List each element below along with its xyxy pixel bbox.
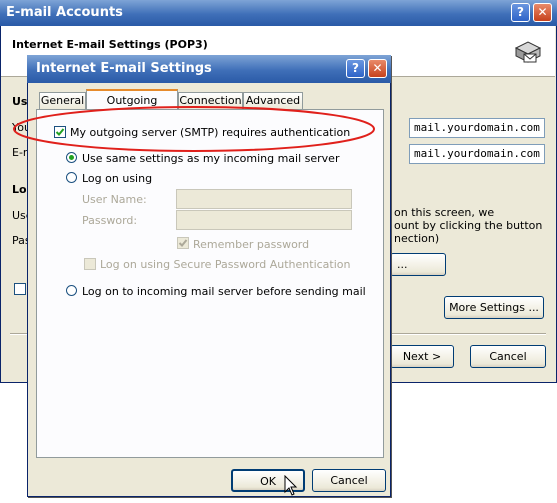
close-icon[interactable]: ✕ (533, 3, 552, 22)
log-on-using-label: Log on using (82, 172, 153, 185)
password-field[interactable] (176, 210, 352, 230)
dialog-close-icon[interactable]: ✕ (368, 59, 387, 78)
incoming-server-field[interactable]: mail.yourdomain.com (409, 118, 545, 138)
bg-cancel-button[interactable]: Cancel (470, 345, 546, 368)
test-account-button[interactable]: ... (390, 253, 446, 276)
log-on-incoming-label: Log on to incoming mail server before se… (82, 285, 366, 298)
user-name-label: User Name: (82, 193, 147, 206)
bg-heading: Internet E-mail Settings (POP3) (12, 38, 208, 51)
mouse-cursor-icon (284, 475, 298, 496)
remember-password-label: Remember password (193, 238, 310, 251)
bg-side-text-3: nection) (394, 232, 440, 245)
user-name-field[interactable] (176, 189, 352, 209)
use-same-settings-label: Use same settings as my incoming mail se… (82, 152, 340, 165)
spa-checkbox[interactable] (84, 258, 96, 270)
bg-side-text-1: on this screen, we (394, 206, 495, 219)
password-label: Password: (82, 214, 138, 227)
dialog-title: Internet E-mail Settings (36, 61, 212, 76)
log-on-using-radio[interactable] (66, 172, 77, 183)
outgoing-server-field[interactable]: mail.yourdomain.com (409, 144, 545, 164)
spa-label: Log on using Secure Password Authenticat… (100, 258, 351, 271)
dialog-help-icon[interactable]: ? (346, 59, 365, 78)
more-settings-button[interactable]: More Settings ... (444, 296, 544, 319)
log-on-incoming-radio[interactable] (66, 285, 77, 296)
mail-server-icon (512, 38, 544, 66)
highlight-ellipse (13, 106, 375, 152)
dialog-cancel-button[interactable]: Cancel (312, 469, 386, 492)
use-same-settings-radio[interactable] (66, 152, 77, 163)
email-accounts-title: E-mail Accounts (6, 5, 123, 20)
bg-checkbox[interactable] (14, 283, 26, 295)
help-icon[interactable]: ? (511, 3, 530, 22)
next-button[interactable]: Next > (390, 345, 454, 368)
remember-password-checkbox[interactable] (177, 237, 189, 249)
bg-side-text-2: ount by clicking the button (394, 219, 543, 232)
